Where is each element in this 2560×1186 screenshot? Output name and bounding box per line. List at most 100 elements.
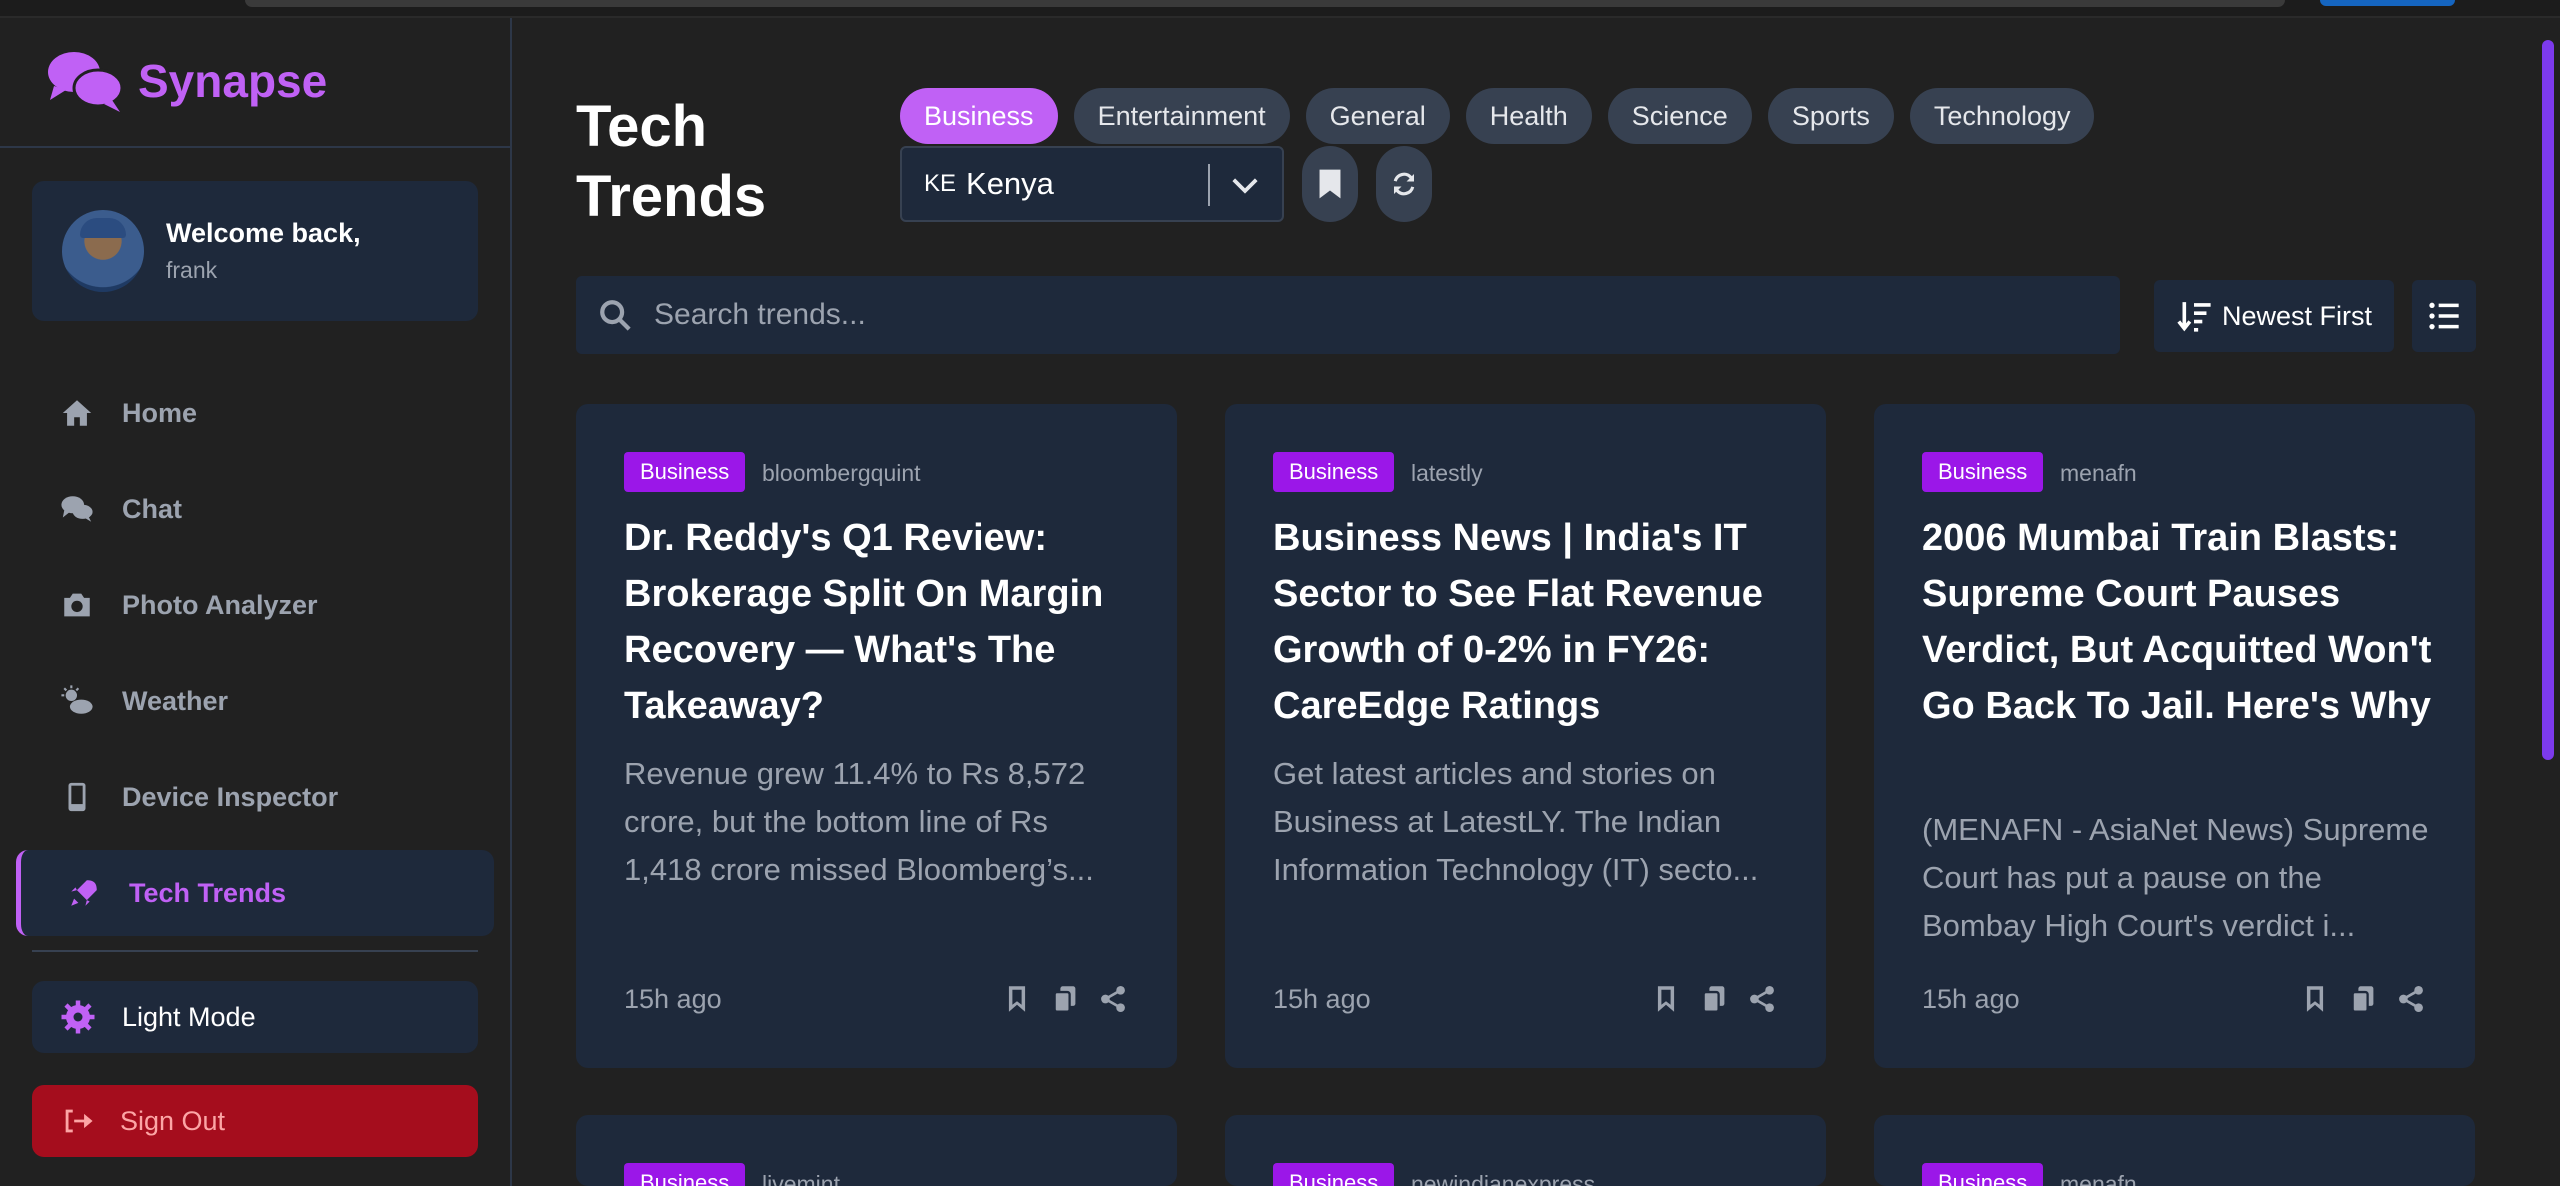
list-view-button[interactable] — [2412, 280, 2476, 352]
tab-health[interactable]: Health — [1465, 88, 1592, 144]
sort-label: Newest First — [2222, 300, 2373, 331]
camera-icon — [64, 593, 90, 617]
source-label: newindianexpress — [1411, 1171, 1596, 1186]
card-time: 15h ago — [624, 984, 722, 1014]
bookmark-icon — [1319, 169, 1341, 199]
tab-technology[interactable]: Technology — [1909, 88, 2095, 144]
search-input[interactable] — [654, 298, 2054, 332]
copy-icon[interactable] — [1052, 984, 1078, 1014]
light-mode-label: Light Mode — [122, 1001, 256, 1032]
card-summary: Revenue grew 11.4% to Rs 8,572 crore, bu… — [624, 756, 1094, 887]
tab-business[interactable]: Business — [900, 88, 1058, 144]
card-actions — [1653, 984, 1775, 1014]
share-icon[interactable] — [1100, 984, 1126, 1014]
trend-card[interactable]: Business latestly Business News | India'… — [1225, 404, 1826, 1068]
sidebar-item-device-inspector[interactable]: Device Inspector — [32, 754, 492, 840]
card-title[interactable]: 2006 Mumbai Train Blasts: Supreme Court … — [1922, 510, 2442, 734]
tab-science[interactable]: Science — [1607, 88, 1752, 144]
category-badge: Business — [1922, 1163, 2044, 1186]
sidebar-item-label: Device Inspector — [122, 781, 339, 812]
category-badge: Business — [1273, 1163, 1395, 1186]
card-actions — [1004, 984, 1126, 1014]
sidebar-item-chat[interactable]: Chat — [32, 466, 492, 552]
chat-icon — [61, 496, 93, 522]
sidebar-item-label: Tech Trends — [129, 877, 287, 908]
sidebar-item-label: Weather — [122, 685, 229, 716]
scrollbar[interactable] — [2542, 40, 2554, 760]
weather-icon — [61, 685, 93, 714]
sort-button[interactable]: Newest First — [2154, 280, 2394, 352]
bookmark-icon[interactable] — [2302, 984, 2328, 1014]
category-tabs: Business Entertainment General Health Sc… — [900, 88, 2095, 144]
search-bar[interactable] — [576, 276, 2120, 354]
source-label: latestly — [1411, 460, 1483, 486]
card-time: 15h ago — [1273, 984, 1371, 1014]
search-icon — [600, 300, 631, 331]
sidebar-item-label: Chat — [122, 493, 182, 524]
trend-card[interactable]: Business bloombergquint Dr. Reddy's Q1 R… — [576, 404, 1177, 1068]
category-badge: Business — [624, 452, 746, 492]
trend-card[interactable]: Business livemint — [576, 1115, 1177, 1186]
list-icon — [2429, 302, 2459, 330]
copy-icon[interactable] — [2350, 984, 2376, 1014]
browser-top-strip — [0, 0, 2560, 18]
avatar — [62, 210, 144, 292]
share-icon[interactable] — [1749, 984, 1775, 1014]
rocket-icon — [71, 880, 97, 906]
source-label: menafn — [2060, 460, 2137, 486]
tab-general[interactable]: General — [1305, 88, 1450, 144]
sidebar: Synapse Welcome back, frank Home Chat Ph… — [0, 18, 512, 1186]
chat-bubbles-icon — [48, 52, 124, 112]
divider — [0, 146, 510, 148]
sign-out-icon — [65, 1109, 93, 1133]
card-title[interactable]: Business News | India's IT Sector to See… — [1273, 510, 1793, 734]
copy-icon[interactable] — [1701, 984, 1727, 1014]
brand[interactable]: Synapse — [46, 48, 327, 114]
card-title[interactable]: Dr. Reddy's Q1 Review: Brokerage Split O… — [624, 510, 1144, 734]
trend-card[interactable]: Business newindianexpress — [1225, 1115, 1826, 1186]
bookmark-icon[interactable] — [1653, 984, 1679, 1014]
username: frank — [166, 257, 218, 283]
card-actions — [2302, 984, 2424, 1014]
address-bar[interactable] — [245, 0, 2285, 7]
divider — [32, 950, 478, 952]
sort-icon — [2177, 302, 2211, 332]
trend-card[interactable]: Business menafn 2006 Mumbai Train Blasts… — [1874, 404, 2475, 1068]
sign-out-label: Sign Out — [120, 1105, 226, 1136]
category-badge: Business — [1922, 452, 2044, 492]
refresh-button[interactable] — [1376, 146, 1432, 222]
sidebar-item-photo-analyzer[interactable]: Photo Analyzer — [32, 562, 492, 648]
country-select[interactable]: KE Kenya — [900, 146, 1284, 222]
sidebar-item-tech-trends[interactable]: Tech Trends — [16, 850, 494, 936]
bookmarks-button[interactable] — [1302, 146, 1358, 222]
mobile-icon — [68, 782, 86, 812]
chevron-down-icon — [1232, 178, 1258, 194]
welcome-greeting: Welcome back, — [166, 218, 361, 248]
sidebar-item-home[interactable]: Home — [32, 370, 492, 456]
card-summary: (MENAFN - AsiaNet News) Supreme Court ha… — [1922, 812, 2429, 943]
source-label: bloombergquint — [762, 460, 921, 486]
select-separator — [1208, 164, 1210, 206]
refresh-icon — [1393, 172, 1415, 196]
tab-entertainment[interactable]: Entertainment — [1073, 88, 1290, 144]
category-badge: Business — [1273, 452, 1395, 492]
brand-name: Synapse — [138, 55, 328, 107]
bookmark-icon[interactable] — [1004, 984, 1030, 1014]
source-label: menafn — [2060, 1171, 2137, 1186]
tab-sports[interactable]: Sports — [1767, 88, 1894, 144]
browser-button[interactable] — [2320, 0, 2455, 6]
country-name: Kenya — [966, 166, 1054, 201]
card-summary: Get latest articles and stories on Busin… — [1273, 756, 1759, 887]
country-flag: KE — [924, 170, 957, 197]
welcome-card: Welcome back, frank — [32, 181, 478, 321]
sidebar-item-label: Home — [122, 397, 198, 428]
source-label: livemint — [762, 1171, 840, 1186]
sign-out-button[interactable]: Sign Out — [32, 1085, 478, 1157]
light-mode-button[interactable]: Light Mode — [32, 981, 478, 1053]
sidebar-item-weather[interactable]: Weather — [32, 658, 492, 744]
share-icon[interactable] — [2398, 984, 2424, 1014]
sidebar-item-label: Photo Analyzer — [122, 589, 318, 620]
trend-card[interactable]: Business menafn — [1874, 1115, 2475, 1186]
gear-icon — [61, 1000, 95, 1034]
category-badge: Business — [624, 1163, 746, 1186]
